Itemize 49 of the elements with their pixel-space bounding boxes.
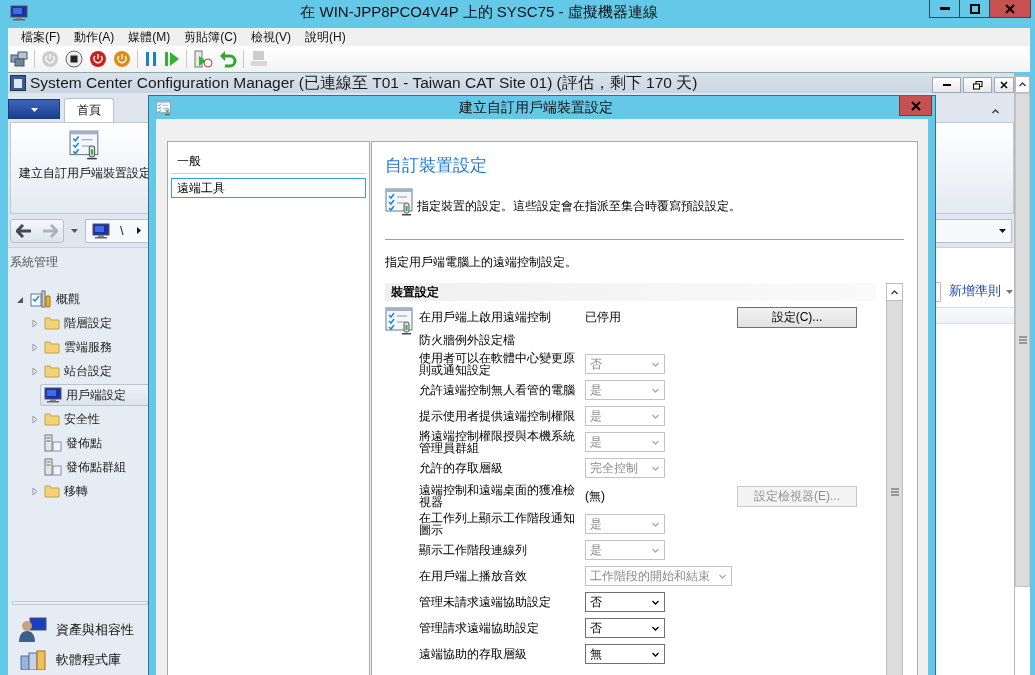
settings-button[interactable]: 設定(C)...	[737, 306, 857, 328]
setting-label: 允許遠端控制無人看管的電腦	[419, 384, 576, 396]
setting-label: 遠端控制和遠端桌面的獲准檢視器	[419, 484, 576, 508]
dialog-title: 建立自訂用戶端裝置設定	[458, 98, 613, 117]
menu-item[interactable]: 檢視(V)	[244, 28, 298, 46]
console-title: System Center Configuration Manager (已連線至 T01 - Taiwan CAT Site 01) (評估，剩下 170 天)	[30, 72, 698, 93]
tree-item[interactable]: 安全性	[40, 408, 148, 430]
setting-label: 在用戶端上播放音效	[419, 570, 528, 582]
tree-item[interactable]: 移轉	[40, 480, 148, 502]
setting-label: 允許的存取層級	[419, 462, 504, 474]
tree-item[interactable]: 用戶端設定	[40, 384, 148, 406]
page-heading: 自訂裝置設定	[385, 155, 488, 177]
setting-label: 防火牆例外設定檔	[419, 334, 516, 346]
tree-item[interactable]: 雲端服務	[40, 336, 148, 358]
workspace-item[interactable]: 資產與相容性	[8, 615, 148, 645]
setting-label: 提示使用者提供遠端控制權限	[419, 410, 576, 422]
description: 指定裝置的設定。這些設定會在指派至集合時覆寫預設設定。	[417, 198, 741, 215]
menu-item[interactable]: 說明(H)	[298, 28, 353, 46]
menu-item[interactable]: 動作(A)	[67, 28, 122, 46]
dropdown[interactable]: 無	[585, 644, 665, 664]
pane-heading: 系統管理	[9, 254, 59, 271]
workspace-item[interactable]: 軟體程式庫	[8, 645, 148, 675]
tree-item[interactable]: 階層設定	[40, 312, 148, 334]
tree-item[interactable]: 發佈點群組	[40, 456, 148, 478]
setting-label: 遠端協助的存取層級	[419, 648, 528, 660]
page-item[interactable]: 一般	[171, 150, 366, 174]
menu-item[interactable]: 剪貼簿(C)	[177, 28, 244, 46]
setting-label: 管理請求遠端協助設定	[419, 622, 540, 634]
add-criteria-link[interactable]: 新增準則	[949, 283, 1014, 300]
group-header: 裝置設定	[385, 283, 876, 301]
dropdown[interactable]: 否	[585, 592, 665, 612]
tree-item[interactable]: 站台設定	[40, 360, 148, 382]
dropdown[interactable]: 否	[585, 618, 665, 638]
setting-label: 在工作列上顯示工作階段通知圖示	[419, 512, 576, 536]
setting-label: 在用戶端上啟用遠端控制	[419, 311, 552, 323]
setting-label: 使用者可以在軟體中心變更原則或通知設定	[419, 352, 576, 376]
tree-item[interactable]: 發佈點	[40, 432, 148, 454]
setting-value: 已停用	[585, 308, 621, 326]
tree-item[interactable]: 概觀	[26, 288, 148, 310]
menu-item[interactable]: 檔案(F)	[14, 28, 68, 46]
window-title: 在 WIN-JPP8PCO4V4P 上的 SYSC75 - 虛擬機器連線	[300, 3, 658, 22]
menu-item[interactable]: 媒體(M)	[121, 28, 178, 46]
intro-text: 指定用戶端電腦上的遠端控制設定。	[385, 254, 578, 271]
page-item[interactable]: 遠端工具	[171, 178, 366, 198]
setting-label: 將遠端控制權限授與本機系統管理員群組	[419, 430, 576, 454]
setting-label: 管理未請求遠端協助設定	[419, 596, 552, 608]
ribbon-tab[interactable]: 首頁	[64, 98, 114, 122]
setting-value: (無)	[585, 487, 605, 505]
setting-label: 顯示工作階段連線列	[419, 544, 528, 556]
